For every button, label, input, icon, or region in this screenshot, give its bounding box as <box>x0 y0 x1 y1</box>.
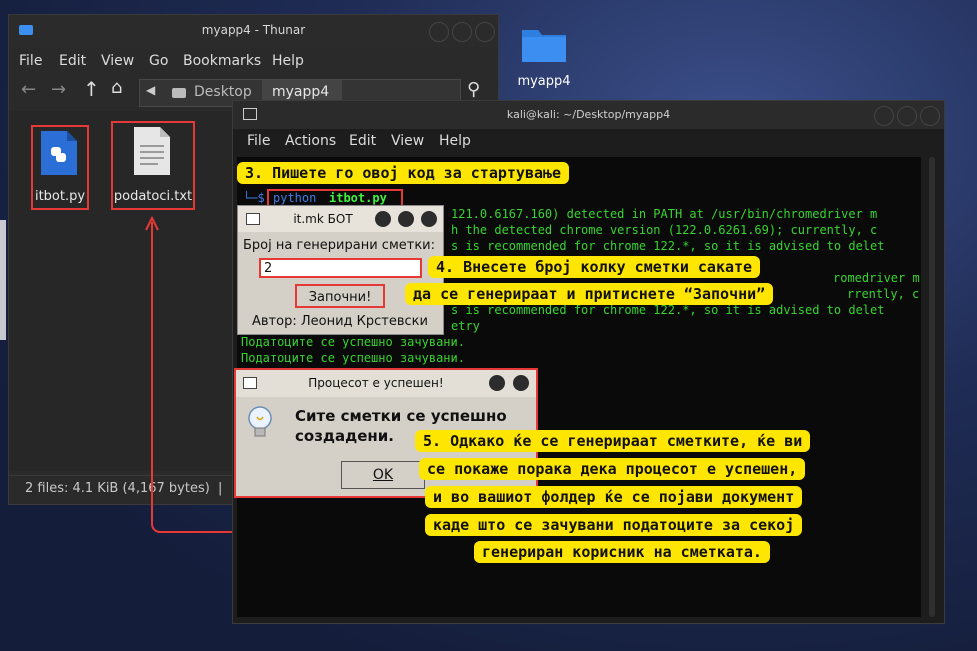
output-line: s is recommended for chrome 122.*, so it… <box>451 239 885 253</box>
terminal-menu-file[interactable]: File <box>247 133 270 149</box>
output-line: h the detected chrome version (122.0.626… <box>451 223 878 237</box>
output-line: Податоците се успешно зачувани. <box>241 351 465 365</box>
bot-maximize-button[interactable] <box>398 211 414 227</box>
callout-step5-line3: и во вашиот фолдер ќе се појави документ <box>425 486 803 508</box>
output-line: Податоците се успешно зачувани. <box>241 335 465 349</box>
callout-step5-line1: 5. Одкако ќе се генерираат сметките, ќе … <box>415 430 811 452</box>
terminal-menubar: File Actions Edit View Help <box>233 133 944 153</box>
command-argument: itbot.py <box>329 191 387 205</box>
callout-step4-line2: да се генерираат и притиснете “Започни” <box>405 283 774 305</box>
callout-step5-line2: се покаже порака дека процесот е успешен… <box>419 458 806 480</box>
bot-dialog-titlebar[interactable]: it.mk БОТ <box>238 206 443 232</box>
callout-step3: 3. Пишете го овој код за стартување <box>237 162 570 184</box>
terminal-maximize-button[interactable] <box>897 106 917 126</box>
callout-step5-line5: генериран корисник на сметката. <box>474 541 770 563</box>
terminal-scrollbar[interactable] <box>929 157 935 617</box>
callout-step5-line4: каде што се зачувани податоците за секој <box>425 514 803 536</box>
terminal-menu-view[interactable]: View <box>391 133 424 149</box>
terminal-close-button[interactable] <box>920 106 940 126</box>
terminal-titlebar[interactable]: kali@kali: ~/Desktop/myapp4 <box>233 101 944 129</box>
accounts-count-label: Број на генерирани сметки: <box>243 238 435 253</box>
output-line: romedriver m <box>833 271 920 285</box>
terminal-minimize-button[interactable] <box>874 106 894 126</box>
bot-dialog: it.mk БОТ Број на генерирани сметки: 2 З… <box>237 205 444 335</box>
callout-step4-line1: 4. Внесете број колку сметки сакате <box>428 256 761 278</box>
output-line: s is recommended for chrome 122.*, so it… <box>451 303 885 317</box>
output-line: etry <box>451 319 480 333</box>
start-button[interactable]: Започни! <box>295 284 385 308</box>
bot-close-button[interactable] <box>421 211 437 227</box>
command-name: python <box>273 191 317 205</box>
accounts-count-value: 2 <box>264 261 273 276</box>
terminal-menu-help[interactable]: Help <box>439 133 471 149</box>
accounts-count-input[interactable]: 2 <box>259 258 422 278</box>
output-line: 121.0.6167.160) detected in PATH at /usr… <box>451 207 878 221</box>
prompt-prefix: └─$ <box>243 191 265 205</box>
start-button-label: Започни! <box>308 290 372 305</box>
terminal-title: kali@kali: ~/Desktop/myapp4 <box>506 108 671 121</box>
terminal-menu-actions[interactable]: Actions <box>285 133 336 149</box>
author-label: Автор: Леонид Крстевски <box>252 314 428 329</box>
terminal-menu-edit[interactable]: Edit <box>349 133 376 149</box>
bot-minimize-button[interactable] <box>375 211 391 227</box>
output-line: rrently, c <box>847 287 920 301</box>
